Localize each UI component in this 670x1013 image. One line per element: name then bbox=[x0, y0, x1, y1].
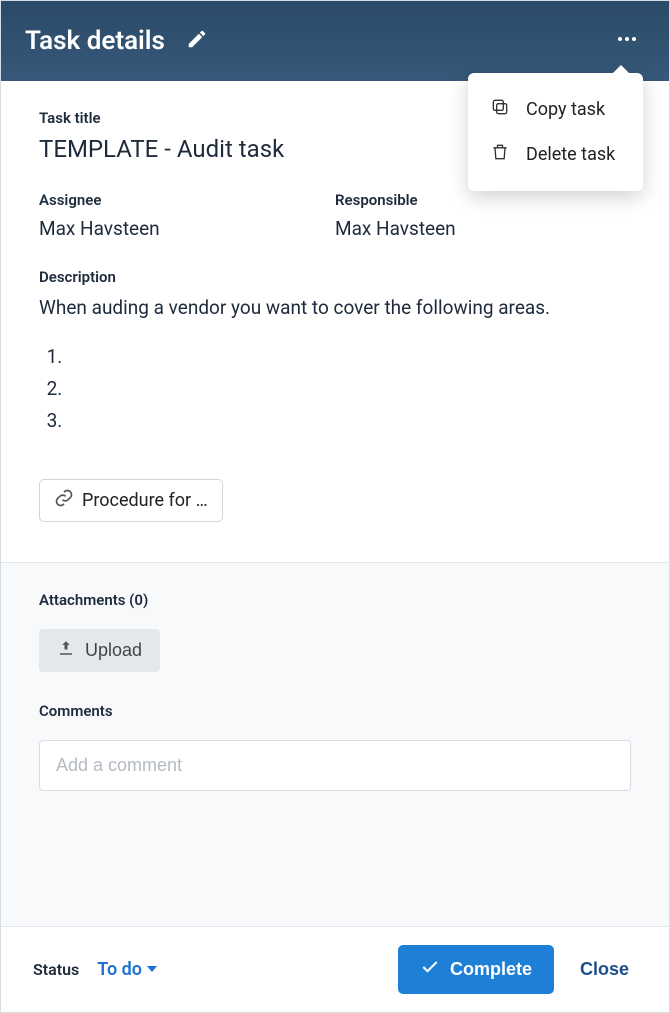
copy-icon bbox=[490, 97, 510, 122]
status-value: To do bbox=[97, 959, 142, 980]
description-label: Description bbox=[39, 268, 631, 286]
upload-button[interactable]: Upload bbox=[39, 629, 160, 672]
panel-header: Task details Copy task Delete tas bbox=[1, 1, 669, 81]
upload-icon bbox=[57, 639, 75, 662]
list-item bbox=[67, 405, 631, 437]
more-horizontal-icon bbox=[615, 27, 639, 55]
comments-label: Comments bbox=[39, 702, 631, 720]
comment-input[interactable] bbox=[39, 740, 631, 791]
responsible-value: Max Havsteen bbox=[335, 217, 631, 240]
assignee-value: Max Havsteen bbox=[39, 217, 335, 240]
more-options-menu: Copy task Delete task bbox=[468, 73, 643, 191]
caret-down-icon bbox=[146, 959, 158, 980]
status-label: Status bbox=[33, 960, 79, 979]
panel-footer: Status To do Complete Close bbox=[1, 926, 669, 1012]
edit-title-button[interactable] bbox=[183, 27, 211, 55]
close-label: Close bbox=[580, 959, 629, 979]
check-icon bbox=[420, 957, 440, 982]
menu-item-label: Copy task bbox=[526, 99, 605, 120]
description-text: When auding a vendor you want to cover t… bbox=[39, 294, 631, 323]
attachments-label: Attachments (0) bbox=[39, 591, 631, 609]
close-button[interactable]: Close bbox=[572, 951, 637, 988]
panel-title: Task details bbox=[25, 26, 165, 56]
more-options-button[interactable] bbox=[609, 23, 645, 59]
list-item bbox=[67, 341, 631, 373]
trash-icon bbox=[490, 142, 510, 167]
pencil-icon bbox=[186, 28, 208, 54]
description-list bbox=[67, 341, 631, 438]
procedure-link-chip[interactable]: Procedure for … bbox=[39, 479, 223, 522]
upload-label: Upload bbox=[85, 640, 142, 661]
lower-section: Attachments (0) Upload Comments bbox=[1, 562, 669, 926]
menu-item-copy-task[interactable]: Copy task bbox=[468, 87, 643, 132]
responsible-label: Responsible bbox=[335, 191, 631, 209]
list-item bbox=[67, 373, 631, 405]
status-dropdown[interactable]: To do bbox=[97, 959, 158, 980]
task-details-panel: Task details Copy task Delete tas bbox=[0, 0, 670, 1013]
link-chip-label: Procedure for … bbox=[82, 490, 208, 511]
assignee-label: Assignee bbox=[39, 191, 335, 209]
menu-item-label: Delete task bbox=[526, 144, 615, 165]
menu-item-delete-task[interactable]: Delete task bbox=[468, 132, 643, 177]
complete-button[interactable]: Complete bbox=[398, 945, 554, 994]
complete-label: Complete bbox=[450, 959, 532, 980]
link-icon bbox=[54, 488, 74, 513]
